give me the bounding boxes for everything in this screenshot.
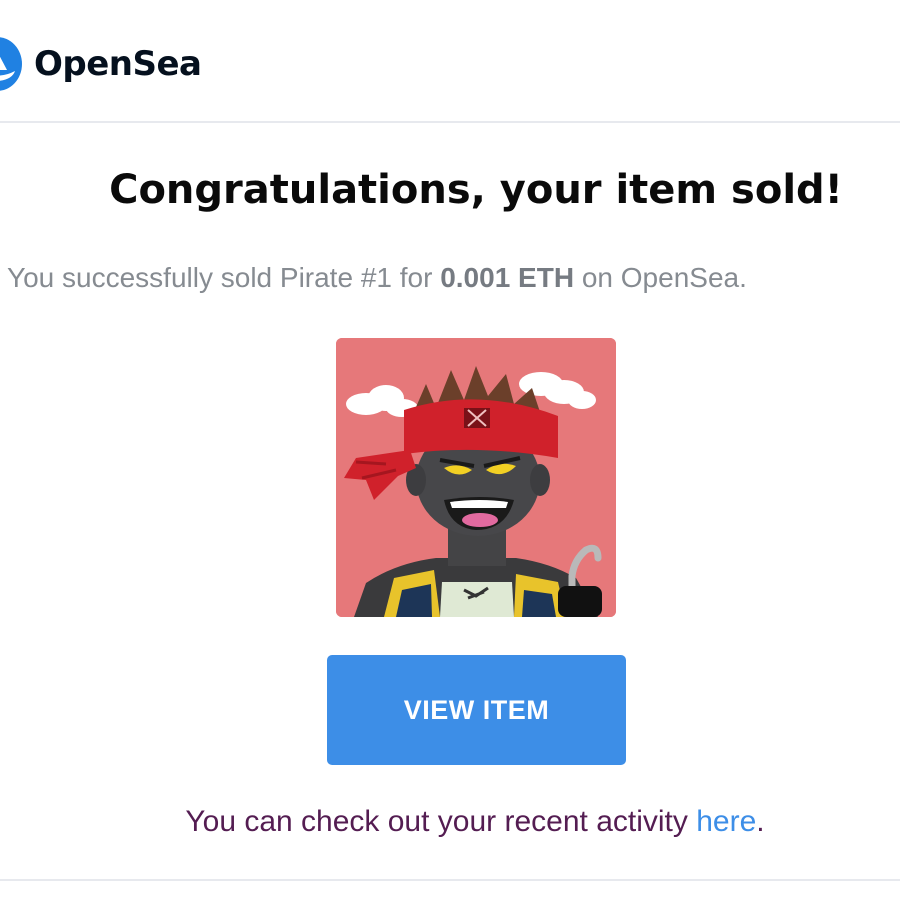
header-divider (0, 121, 900, 123)
page-title: Congratulations, your item sold! (109, 167, 843, 213)
activity-link[interactable]: here (696, 805, 756, 838)
pirate-illustration (336, 338, 616, 617)
email-header: OpenSea (0, 0, 900, 122)
sale-summary: You successfully sold Pirate #1 for 0.00… (7, 258, 747, 298)
summary-prefix: You successfully sold Pirate #1 for (7, 262, 441, 293)
pirate-nft-image[interactable] (336, 338, 616, 617)
view-item-button[interactable]: VIEW ITEM (327, 655, 626, 765)
activity-note: You can check out your recent activity h… (0, 802, 900, 842)
footer-divider (0, 879, 900, 881)
brand-name[interactable]: OpenSea (34, 42, 202, 86)
opensea-logo-icon[interactable] (0, 37, 22, 91)
summary-suffix: on OpenSea. (574, 262, 747, 293)
activity-end: . (756, 805, 765, 838)
sale-price: 0.001 ETH (440, 262, 575, 293)
activity-text: You can check out your recent activity (185, 805, 697, 838)
